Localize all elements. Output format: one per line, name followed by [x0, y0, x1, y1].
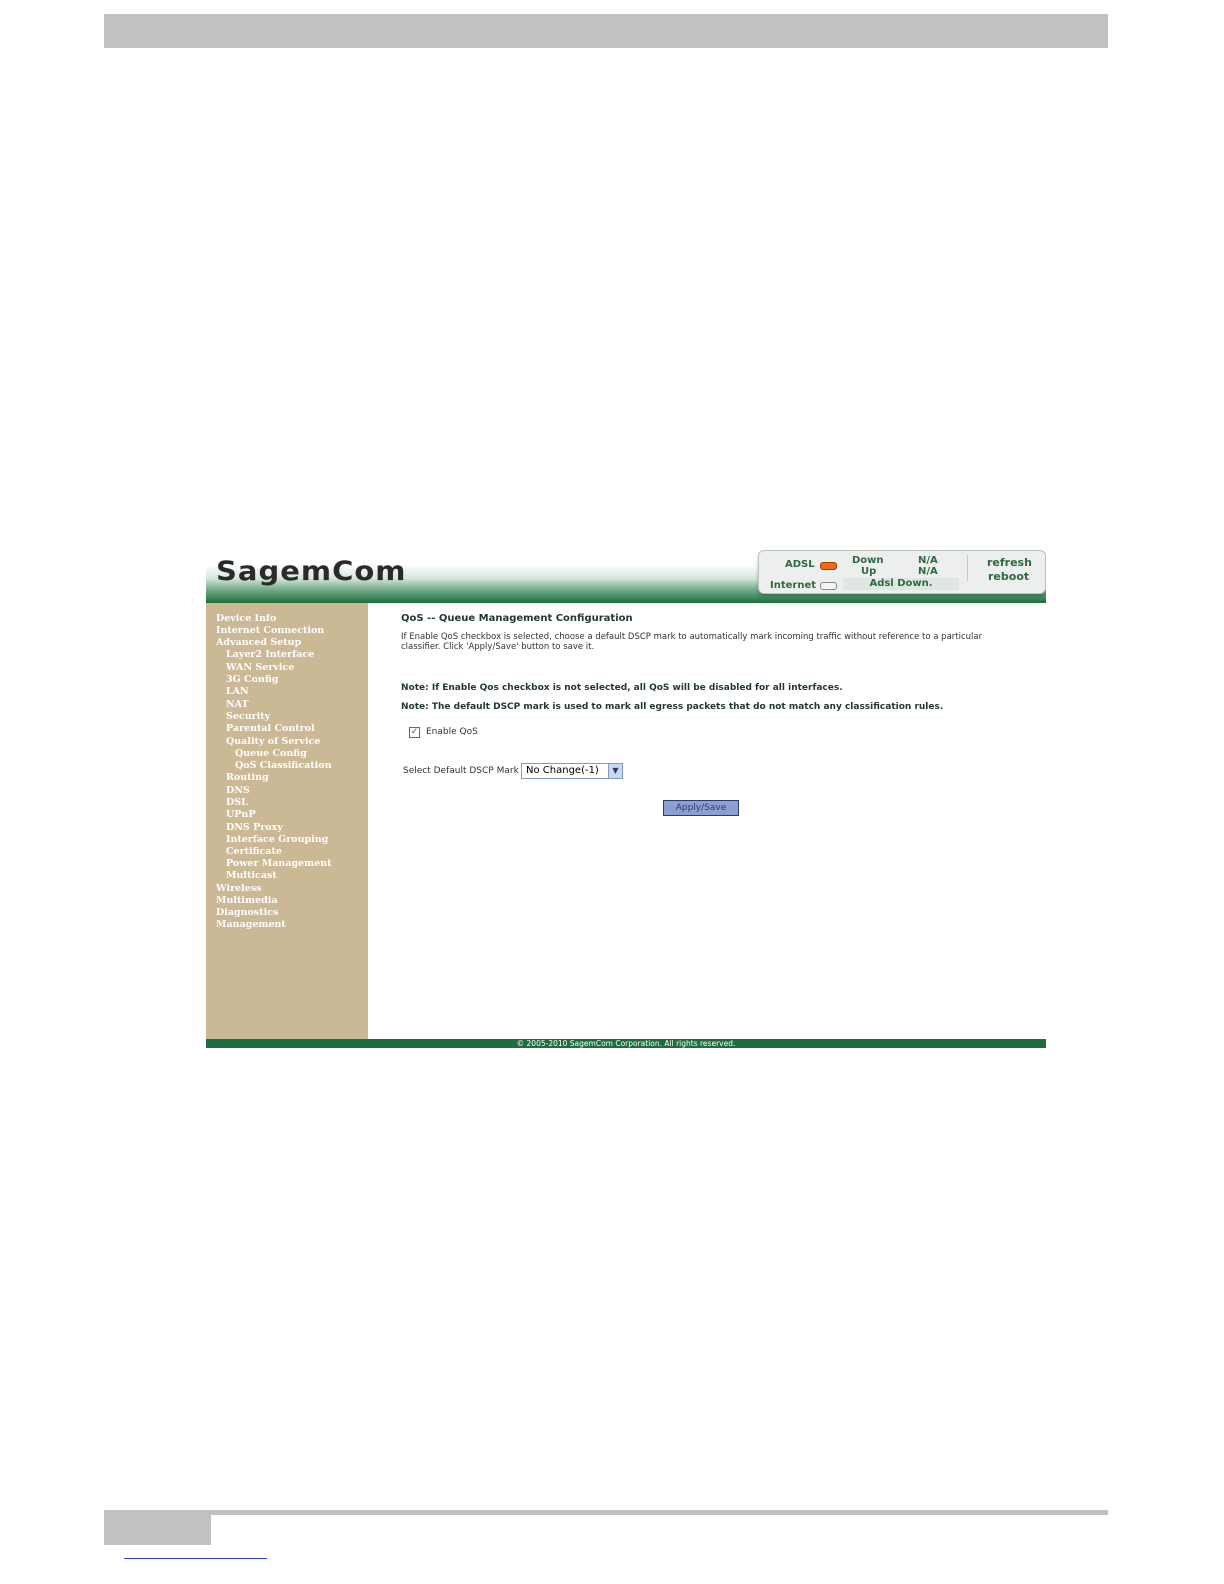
sidebar-nav: Device Info Internet Connection Advanced…	[206, 603, 368, 1039]
sidebar-item-layer2-interface[interactable]: Layer2 Interface	[226, 649, 314, 660]
up-label: Up	[861, 566, 877, 577]
sidebar-item-wan-service[interactable]: WAN Service	[226, 662, 294, 673]
sidebar-item-management[interactable]: Management	[216, 919, 286, 930]
sidebar-item-qos-classification[interactable]: QoS Classification	[235, 760, 332, 771]
dscp-mark-label: Select Default DSCP Mark	[403, 766, 519, 776]
sidebar-item-quality-of-service[interactable]: Quality of Service	[226, 736, 320, 747]
dscp-mark-select[interactable]: No Change(-1) ▼	[521, 763, 623, 779]
sidebar-item-nat[interactable]: NAT	[226, 699, 249, 710]
dscp-selected-value: No Change(-1)	[526, 765, 599, 776]
sidebar-item-internet-connection[interactable]: Internet Connection	[216, 625, 324, 636]
sidebar-item-lan[interactable]: LAN	[226, 686, 249, 697]
sidebar-item-certificate[interactable]: Certificate	[226, 846, 282, 857]
sidebar-item-routing[interactable]: Routing	[226, 772, 269, 783]
sidebar-item-3g-config[interactable]: 3G Config	[226, 674, 278, 685]
main-content: QoS -- Queue Management Configuration If…	[368, 603, 1046, 1039]
sidebar-item-upnp[interactable]: UPnP	[226, 809, 255, 820]
reboot-link[interactable]: reboot	[988, 570, 1029, 583]
adsl-label: ADSL	[785, 559, 815, 570]
copyright-footer: © 2005-2010 SagemCom Corporation. All ri…	[206, 1039, 1046, 1048]
sagemcom-logo: SagemCom	[216, 555, 407, 587]
internet-label: Internet	[770, 580, 817, 591]
sidebar-item-parental-control[interactable]: Parental Control	[226, 723, 315, 734]
up-rate-value: N/A	[918, 566, 938, 577]
down-rate-value: N/A	[918, 555, 938, 566]
page-description: If Enable QoS checkbox is selected, choo…	[401, 632, 983, 652]
sidebar-item-dsl[interactable]: DSL	[226, 797, 248, 808]
note-qos-disabled: Note: If Enable Qos checkbox is not sele…	[401, 683, 843, 693]
page-footer-rule	[104, 1510, 1108, 1515]
down-label: Down	[852, 555, 884, 566]
sidebar-item-diagnostics[interactable]: Diagnostics	[216, 907, 278, 918]
apply-save-button[interactable]: Apply/Save	[663, 800, 739, 816]
sidebar-item-advanced-setup[interactable]: Advanced Setup	[216, 637, 301, 648]
sidebar-item-dns-proxy[interactable]: DNS Proxy	[226, 822, 283, 833]
refresh-link[interactable]: refresh	[987, 556, 1032, 569]
banner: SagemCom ADSL Internet Down Up N/A N/A A…	[206, 548, 1046, 603]
router-web-ui: SagemCom ADSL Internet Down Up N/A N/A A…	[206, 548, 1046, 1048]
sidebar-item-multicast[interactable]: Multicast	[226, 870, 277, 881]
adsl-led-icon	[820, 562, 837, 570]
sidebar-item-interface-grouping[interactable]: Interface Grouping	[226, 834, 328, 845]
page-title: QoS -- Queue Management Configuration	[401, 613, 633, 624]
sidebar-item-dns[interactable]: DNS	[226, 785, 250, 796]
sidebar-item-power-management[interactable]: Power Management	[226, 858, 332, 869]
sidebar-item-device-info[interactable]: Device Info	[216, 613, 276, 624]
enable-qos-label: Enable QoS	[426, 727, 478, 737]
page-footer-tab	[104, 1515, 211, 1545]
sidebar-item-wireless[interactable]: Wireless	[216, 883, 262, 894]
enable-qos-checkbox[interactable]: ✓	[409, 727, 420, 738]
sidebar-item-multimedia[interactable]: Multimedia	[216, 895, 278, 906]
note-default-dscp: Note: The default DSCP mark is used to m…	[401, 702, 944, 712]
status-panel: ADSL Internet Down Up N/A N/A Adsl Down.…	[758, 550, 1046, 594]
adsl-status-text: Adsl Down.	[843, 578, 959, 590]
page-footer-link-underline	[124, 1558, 267, 1559]
internet-led-icon	[820, 582, 837, 590]
chevron-down-icon[interactable]: ▼	[608, 764, 622, 778]
page-header-bar	[104, 14, 1108, 48]
status-divider	[967, 555, 968, 581]
sidebar-item-security[interactable]: Security	[226, 711, 270, 722]
sidebar-item-queue-config[interactable]: Queue Config	[235, 748, 307, 759]
